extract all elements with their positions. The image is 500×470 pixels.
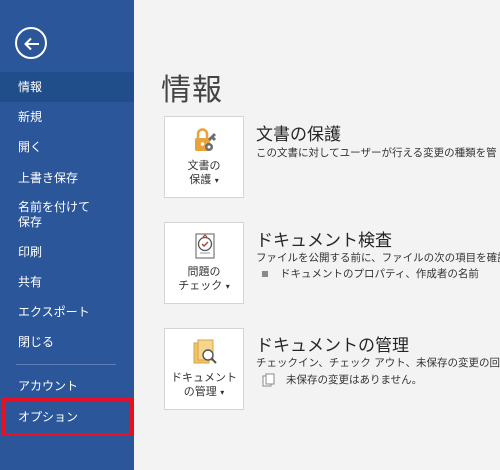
nav-item-label: 名前を付けて 保存 [18, 200, 91, 229]
section-description: この文書に対してユーザーが行える変更の種類を管 [256, 147, 497, 159]
nav-item-close[interactable]: 閉じる [0, 333, 134, 351]
nav-item-open[interactable]: 開く [0, 138, 134, 156]
section-description: チェックイン、チェック アウト、未保存の変更の回復を行 [256, 357, 500, 369]
nav-item-label: 上書き保存 [18, 170, 79, 185]
protect-document-button[interactable]: 文書の 保護 ▾ [164, 116, 244, 198]
section-title: ドキュメントの管理 [256, 336, 409, 356]
nav-item-info[interactable]: 情報 [0, 72, 134, 102]
nav-item-label: エクスポート [18, 304, 90, 319]
lock-key-icon [195, 128, 216, 151]
check-for-issues-button[interactable]: 問題の チェック ▾ [164, 222, 244, 304]
tile-label: 問題の チェック ▾ [178, 265, 230, 292]
back-button[interactable] [15, 27, 47, 59]
section-bullet: ドキュメントのプロパティ、作成者の名前 [262, 266, 479, 281]
nav-divider [16, 364, 116, 365]
nav-item-label: 新規 [18, 109, 43, 124]
bullet-square-icon [262, 270, 268, 277]
inspect-document-icon [195, 233, 215, 259]
section-description: ファイルを公開する前に、ファイルの次の項目を確認し [256, 252, 500, 264]
nav-item-label: 共有 [18, 274, 43, 289]
nav-item-label: 印刷 [18, 244, 43, 259]
document-copy-icon [262, 373, 275, 386]
backstage-sidebar: 情報 新規 開く 上書き保存 名前を付けて 保存 印刷 共有 エクスポート 閉じ… [0, 0, 134, 470]
section-bullet: 未保存の変更はありません。 [262, 372, 422, 387]
nav-item-export[interactable]: エクスポート [0, 303, 134, 321]
tile-label: ドキュメント の管理 ▾ [171, 371, 237, 398]
nav-item-print[interactable]: 印刷 [0, 243, 134, 261]
nav-item-label: アカウント [18, 378, 79, 393]
tile-label: 文書の 保護 ▾ [187, 159, 221, 186]
nav-item-save[interactable]: 上書き保存 [0, 169, 134, 187]
manage-document-icon [193, 339, 217, 364]
manage-document-button[interactable]: ドキュメント の管理 ▾ [164, 328, 244, 410]
page-title: 情報 [161, 73, 223, 108]
nav-item-share[interactable]: 共有 [0, 273, 134, 291]
nav-item-account[interactable]: アカウント [0, 377, 134, 395]
nav-item-label: 閉じる [18, 334, 55, 349]
options-highlight-box [2, 398, 133, 436]
section-title: ドキュメント検査 [256, 231, 392, 251]
nav-item-label: 開く [18, 139, 43, 154]
nav-item-save-as[interactable]: 名前を付けて 保存 [0, 198, 134, 232]
back-arrow-icon [24, 37, 39, 51]
nav-item-new[interactable]: 新規 [0, 108, 134, 126]
nav-item-label: 情報 [18, 79, 43, 94]
section-title: 文書の保護 [256, 125, 341, 145]
dropdown-caret-icon: ▾ [214, 176, 219, 185]
dropdown-caret-icon: ▾ [220, 388, 225, 397]
backstage-content: 情報 文書の 保護 ▾ 文書の保護 この文書に対してユーザーが行える変更の種類を… [134, 0, 500, 470]
dropdown-caret-icon: ▾ [225, 282, 230, 291]
